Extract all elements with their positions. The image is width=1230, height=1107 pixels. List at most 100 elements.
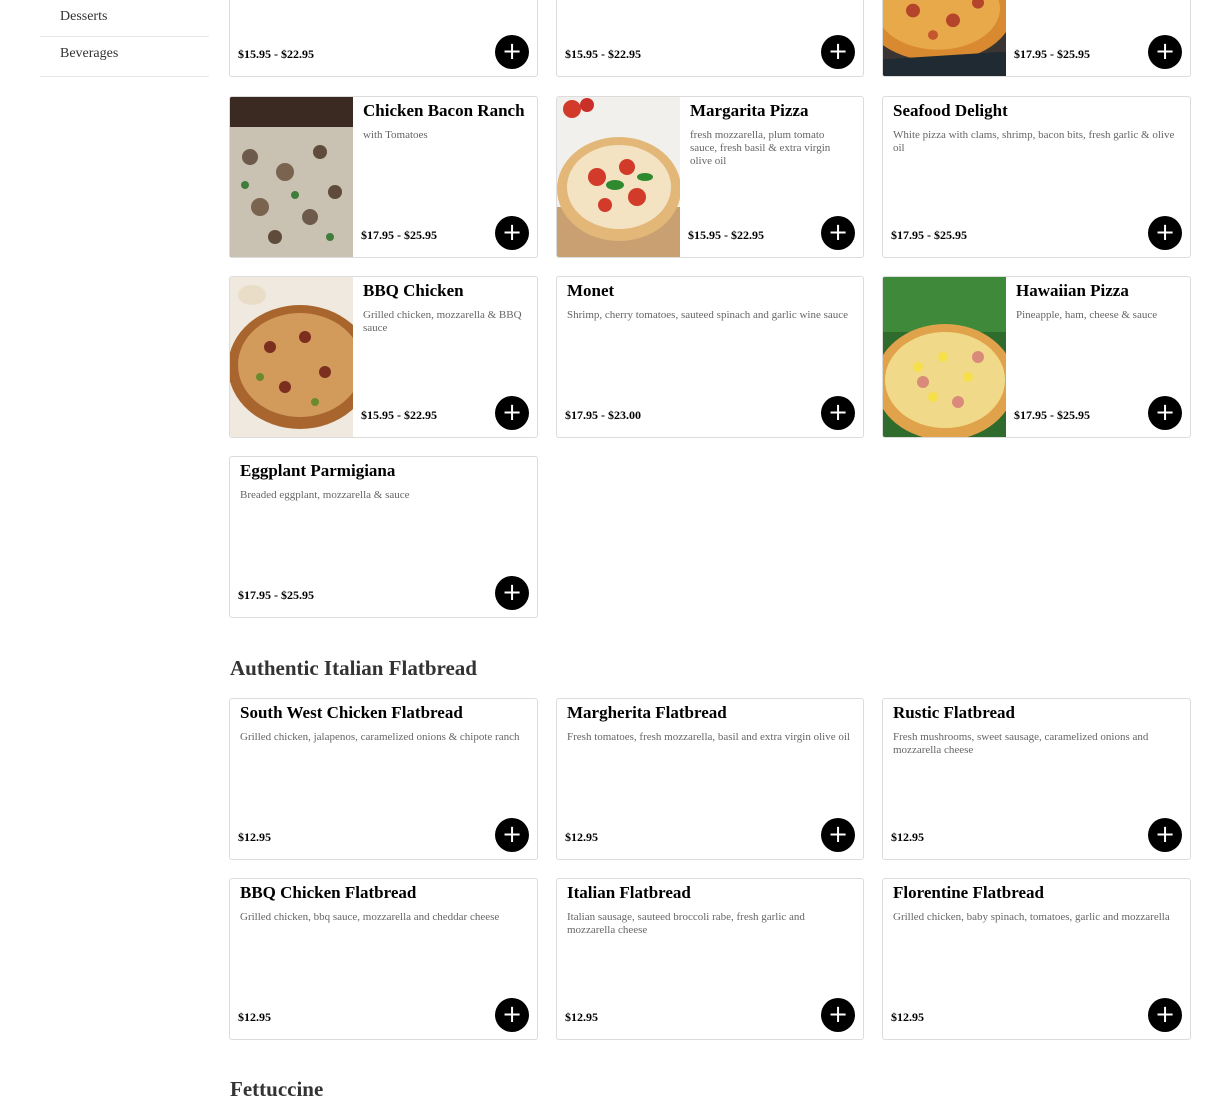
item-price: $15.95 - $22.95 [565,47,641,61]
item-description: Pineapple, ham, cheese & sauce [1016,309,1158,321]
item-price: $12.95 [565,830,598,844]
item-title: Florentine Flatbread [893,883,1044,902]
item-title: BBQ Chicken [363,281,464,300]
item-description: fresh mozzarella, plum tomato sauce, fre… [690,129,831,167]
plus-icon: + [827,1000,849,1028]
item-price: $12.95 [238,1010,271,1024]
item-description: Grilled chicken, baby spinach, tomatoes,… [893,911,1170,923]
menu-item-card[interactable]: Seafood Delight White pizza with clams, … [882,96,1191,258]
item-description: Italian sausage, sauteed broccoli rabe, … [567,911,805,936]
item-title: Italian Flatbread [567,883,691,902]
add-to-cart-button[interactable]: + [495,818,529,852]
pizza-photo [883,277,1006,437]
add-to-cart-button[interactable]: + [821,216,855,250]
plus-icon: + [1154,37,1176,65]
pizza-photo [883,0,1006,76]
plus-icon: + [501,218,523,246]
item-price: $17.95 - $25.95 [238,588,314,602]
item-description: Fresh mushrooms, sweet sausage, carameli… [893,731,1149,756]
pizza-photo [230,277,353,437]
menu-item-card[interactable]: BBQ Chicken Grilled chicken, mozzarella … [229,276,538,438]
item-description: Grilled chicken, bbq sauce, mozzarella a… [240,911,500,923]
item-price: $17.95 - $25.95 [891,228,967,242]
plus-icon: + [1154,1000,1176,1028]
item-title: Margherita Flatbread [567,703,727,722]
item-title: Chicken Bacon Ranch [363,101,525,120]
menu-item-card[interactable]: Chicken Bacon Ranch with Tomatoes $17.95… [229,96,538,258]
add-to-cart-button[interactable]: + [495,35,529,69]
item-price: $17.95 - $25.95 [1014,47,1090,61]
plus-icon: + [501,398,523,426]
menu-item-card[interactable]: $17.95 - $25.95 + [882,0,1191,77]
add-to-cart-button[interactable]: + [1148,998,1182,1032]
menu-item-card[interactable]: Monet Shrimp, cherry tomatoes, sauteed s… [556,276,864,438]
menu-item-card[interactable]: $15.95 - $22.95 + [229,0,538,77]
menu-item-card[interactable]: BBQ Chicken Flatbread Grilled chicken, b… [229,878,538,1040]
plus-icon: + [827,37,849,65]
item-description: White pizza with clams, shrimp, bacon bi… [893,129,1175,154]
plus-icon: + [501,578,523,606]
item-price: $12.95 [891,1010,924,1024]
plus-icon: + [501,1000,523,1028]
item-title: South West Chicken Flatbread [240,703,463,722]
item-price: $15.95 - $22.95 [361,408,437,422]
add-to-cart-button[interactable]: + [495,216,529,250]
plus-icon: + [501,37,523,65]
plus-icon: + [1154,218,1176,246]
item-description: Grilled chicken, jalapenos, caramelized … [240,731,520,743]
menu-item-card[interactable]: Margarita Pizza fresh mozzarella, plum t… [556,96,864,258]
item-description: Breaded eggplant, mozzarella & sauce [240,489,410,501]
add-to-cart-button[interactable]: + [495,998,529,1032]
item-price: $17.95 - $25.95 [361,228,437,242]
pizza-photo [230,97,353,257]
item-title: Monet [567,281,615,300]
item-description: with Tomatoes [363,129,428,141]
menu-item-card[interactable]: South West Chicken Flatbread Grilled chi… [229,698,538,860]
item-description: Grilled chicken, mozzarella & BBQ sauce [363,309,522,334]
menu-item-card[interactable]: Hawaiian Pizza Pineapple, ham, cheese & … [882,276,1191,438]
add-to-cart-button[interactable]: + [821,396,855,430]
category-sidebar: Desserts Beverages [40,0,209,77]
item-price: $17.95 - $23.00 [565,408,641,422]
item-description: Shrimp, cherry tomatoes, sauteed spinach… [567,309,849,321]
menu-item-card[interactable]: Italian Flatbread Italian sausage, saute… [556,878,864,1040]
add-to-cart-button[interactable]: + [495,396,529,430]
plus-icon: + [827,398,849,426]
plus-icon: + [827,820,849,848]
item-price: $17.95 - $25.95 [1014,408,1090,422]
plus-icon: + [1154,398,1176,426]
item-description: Fresh tomatoes, fresh mozzarella, basil … [567,731,850,743]
item-title: Eggplant Parmigiana [240,461,396,480]
add-to-cart-button[interactable]: + [495,576,529,610]
section-heading-fettuccine: Fettuccine [230,1077,324,1101]
sidebar-item-desserts[interactable]: Desserts [40,0,209,37]
item-price: $12.95 [891,830,924,844]
item-title: Margarita Pizza [690,101,809,120]
item-title: Seafood Delight [893,101,1008,120]
add-to-cart-button[interactable]: + [1148,35,1182,69]
menu-item-card[interactable]: Rustic Flatbread Fresh mushrooms, sweet … [882,698,1191,860]
item-price: $12.95 [238,830,271,844]
pizza-photo [557,97,680,257]
plus-icon: + [501,820,523,848]
add-to-cart-button[interactable]: + [1148,818,1182,852]
item-title: BBQ Chicken Flatbread [240,883,417,902]
menu-item-card[interactable]: Margherita Flatbread Fresh tomatoes, fre… [556,698,864,860]
item-title: Rustic Flatbread [893,703,1015,722]
item-price: $15.95 - $22.95 [238,47,314,61]
item-price: $12.95 [565,1010,598,1024]
menu-item-card[interactable]: Eggplant Parmigiana Breaded eggplant, mo… [229,456,538,618]
add-to-cart-button[interactable]: + [821,818,855,852]
menu-item-card[interactable]: Florentine Flatbread Grilled chicken, ba… [882,878,1191,1040]
section-heading-flatbread: Authentic Italian Flatbread [230,656,477,680]
item-price: $15.95 - $22.95 [688,228,764,242]
plus-icon: + [1154,820,1176,848]
add-to-cart-button[interactable]: + [821,35,855,69]
menu-item-card[interactable]: $15.95 - $22.95 + [556,0,864,77]
plus-icon: + [827,218,849,246]
item-title: Hawaiian Pizza [1016,281,1129,300]
add-to-cart-button[interactable]: + [821,998,855,1032]
add-to-cart-button[interactable]: + [1148,396,1182,430]
add-to-cart-button[interactable]: + [1148,216,1182,250]
sidebar-item-beverages[interactable]: Beverages [40,37,209,77]
